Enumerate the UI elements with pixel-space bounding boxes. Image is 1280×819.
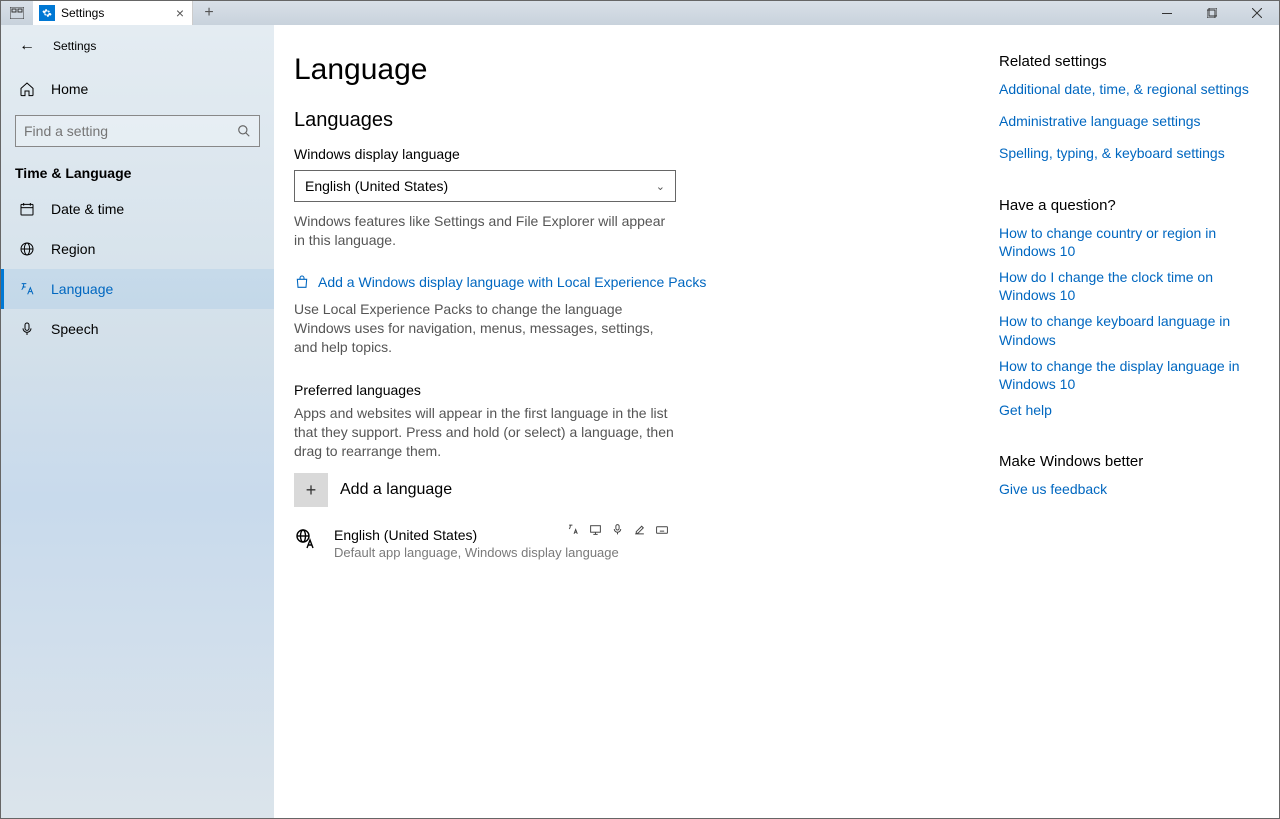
language-entry-sub: Default app language, Windows display la…: [334, 545, 619, 560]
related-settings-title: Related settings: [999, 53, 1259, 70]
language-feature-icons: [567, 523, 670, 536]
main-content: Language Languages Windows display langu…: [274, 25, 1279, 818]
sidebar-item-date-time[interactable]: Date & time: [1, 189, 274, 229]
related-link[interactable]: Administrative language settings: [999, 112, 1259, 130]
clock-icon: [19, 201, 35, 217]
sidebar-item-label: Region: [51, 241, 95, 257]
lep-desc: Use Local Experience Packs to change the…: [294, 300, 674, 357]
window-controls: [1144, 1, 1279, 25]
sidebar-item-home[interactable]: Home: [1, 69, 274, 109]
search-box[interactable]: [15, 115, 260, 147]
taskview-icon[interactable]: [1, 1, 33, 25]
language-entry[interactable]: English (United States) Default app lang…: [294, 527, 676, 560]
make-better-title: Make Windows better: [999, 453, 1259, 470]
display-language-label: Windows display language: [294, 146, 959, 162]
search-input[interactable]: [24, 123, 237, 139]
minimize-button[interactable]: [1144, 1, 1189, 25]
related-link[interactable]: Additional date, time, & regional settin…: [999, 80, 1259, 98]
chevron-down-icon: ⌄: [656, 180, 665, 193]
title-bar: Settings × +: [1, 1, 1279, 25]
display-language-select[interactable]: English (United States) ⌄: [294, 170, 676, 202]
settings-window: Settings × + ← Settings Home: [0, 0, 1280, 819]
store-icon: [294, 274, 310, 290]
sidebar-item-label: Speech: [51, 321, 98, 337]
add-display-language-link[interactable]: Add a Windows display language with Loca…: [294, 274, 959, 290]
display-icon: [589, 523, 604, 536]
page-title: Language: [294, 53, 959, 87]
gear-icon: [39, 5, 55, 21]
help-link[interactable]: Get help: [999, 401, 1259, 419]
sidebar-item-label: Language: [51, 281, 113, 297]
close-window-button[interactable]: [1234, 1, 1279, 25]
sidebar-item-language[interactable]: Language: [1, 269, 274, 309]
related-link[interactable]: Spelling, typing, & keyboard settings: [999, 144, 1259, 162]
display-language-value: English (United States): [305, 178, 448, 194]
search-icon: [237, 124, 251, 138]
maximize-button[interactable]: [1189, 1, 1234, 25]
feedback-link[interactable]: Give us feedback: [999, 480, 1259, 498]
tab-label: Settings: [61, 6, 104, 20]
language-icon: [19, 281, 35, 297]
language-entry-icon: [294, 527, 320, 553]
display-language-desc: Windows features like Settings and File …: [294, 212, 674, 250]
sidebar-category: Time & Language: [1, 157, 274, 189]
speech-mic-icon: [611, 523, 626, 536]
add-language-label: Add a language: [340, 481, 452, 499]
translate-icon: [567, 523, 582, 536]
sidebar-item-label: Date & time: [51, 201, 124, 217]
close-tab-icon[interactable]: ×: [176, 5, 184, 21]
right-column: Related settings Additional date, time, …: [999, 53, 1259, 798]
plus-icon: +: [294, 473, 328, 507]
sidebar: ← Settings Home Time & Language Date & t…: [1, 25, 274, 818]
help-link[interactable]: How to change keyboard language in Windo…: [999, 312, 1259, 348]
back-arrow-icon[interactable]: ←: [19, 37, 35, 55]
help-link[interactable]: How do I change the clock time on Window…: [999, 268, 1259, 304]
sidebar-item-speech[interactable]: Speech: [1, 309, 274, 349]
handwriting-icon: [633, 523, 648, 536]
sidebar-item-region[interactable]: Region: [1, 229, 274, 269]
header-label: Settings: [53, 39, 96, 53]
app-body: ← Settings Home Time & Language Date & t…: [1, 25, 1279, 818]
mic-icon: [19, 321, 35, 337]
help-link[interactable]: How to change the display language in Wi…: [999, 357, 1259, 393]
globe-icon: [19, 241, 35, 257]
add-display-language-text: Add a Windows display language with Loca…: [318, 274, 706, 290]
help-link[interactable]: How to change country or region in Windo…: [999, 224, 1259, 260]
new-tab-button[interactable]: +: [193, 1, 225, 25]
preferred-languages-desc: Apps and websites will appear in the fir…: [294, 404, 674, 461]
home-icon: [19, 81, 35, 97]
keyboard-icon: [655, 523, 670, 536]
content-column: Language Languages Windows display langu…: [294, 53, 959, 798]
sidebar-header: ← Settings: [1, 31, 274, 61]
tab-settings[interactable]: Settings ×: [33, 1, 193, 25]
sidebar-home-label: Home: [51, 81, 88, 97]
preferred-languages-label: Preferred languages: [294, 382, 959, 398]
question-title: Have a question?: [999, 197, 1259, 214]
section-languages: Languages: [294, 109, 959, 132]
add-language-button[interactable]: + Add a language: [294, 473, 676, 507]
